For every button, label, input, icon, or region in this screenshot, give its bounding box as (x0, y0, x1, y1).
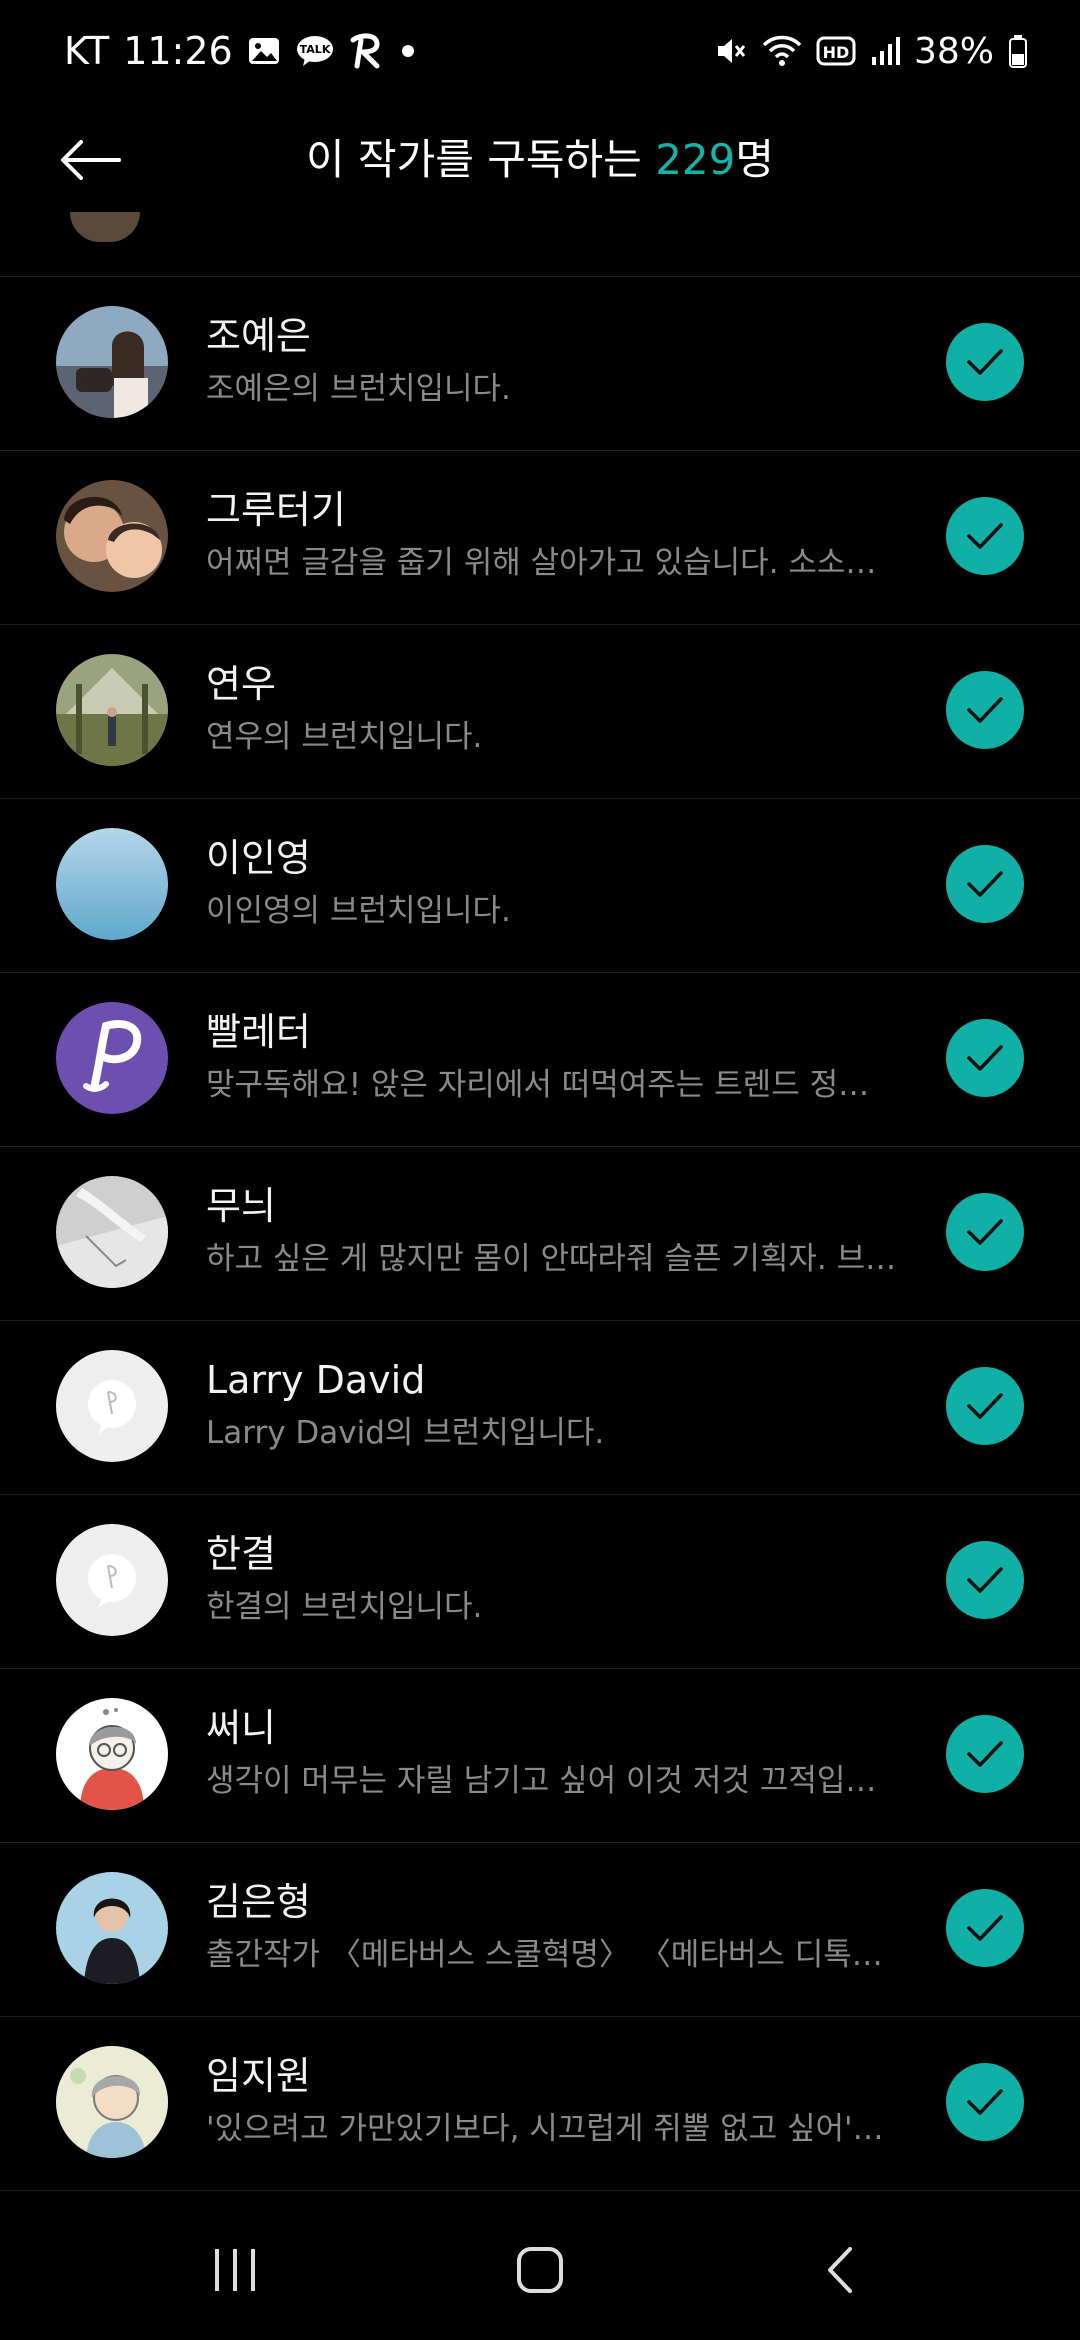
check-icon (967, 1219, 1003, 1245)
subscriber-desc: 조예은의 브런치입니다. (206, 371, 511, 407)
page-title: 이 작가를 구독하는 229명 (0, 130, 1080, 190)
subscriber-row[interactable]: 그루터기 어쩌면 글감을 줍기 위해 살아가고 있습니다. 소소… (0, 451, 1080, 625)
subscriber-name[interactable]: 연우 (206, 659, 276, 709)
avatar-partial (70, 212, 140, 242)
signal-icon (870, 35, 900, 67)
subscribed-toggle[interactable] (946, 1019, 1024, 1097)
avatar[interactable] (56, 1176, 168, 1288)
r-app-icon (349, 32, 387, 70)
svg-text:TALK: TALK (299, 43, 330, 56)
subscribed-toggle[interactable] (946, 845, 1024, 923)
avatar[interactable] (56, 654, 168, 766)
avatar[interactable] (56, 1524, 168, 1636)
subscriber-row[interactable]: 임지원 '있으려고 가만있기보다, 시끄럽게 쥐뿔 없고 싶어'… (0, 2017, 1080, 2191)
clock: 11:26 (123, 29, 233, 73)
mute-icon (714, 34, 748, 68)
app-header: 이 작가를 구독하는 229명 (0, 110, 1080, 210)
home-icon (517, 2247, 563, 2293)
check-icon (967, 1045, 1003, 1071)
avatar[interactable] (56, 1698, 168, 1810)
subscribed-toggle[interactable] (946, 497, 1024, 575)
subscriber-row[interactable]: 써니 생각이 머무는 자릴 남기고 싶어 이것 저것 끄적입… (0, 1669, 1080, 1843)
subscriber-name[interactable]: 이인영 (206, 833, 311, 883)
kakaotalk-icon: TALK (295, 34, 335, 68)
subscriber-name[interactable]: 임지원 (206, 2051, 311, 2101)
check-icon (967, 523, 1003, 549)
avatar[interactable] (56, 828, 168, 940)
battery-percent: 38% (913, 30, 994, 72)
hd-icon: HD (816, 35, 856, 67)
avatar[interactable] (56, 1872, 168, 1984)
title-prefix: 이 작가를 구독하는 (306, 135, 656, 184)
check-icon (967, 1741, 1003, 1767)
avatar[interactable] (56, 480, 168, 592)
subscriber-desc: 맞구독해요! 앉은 자리에서 떠먹여주는 트렌드 정… (206, 1067, 870, 1103)
back-nav-button[interactable] (800, 2240, 880, 2300)
back-nav-icon (828, 2247, 852, 2293)
subscriber-desc: 연우의 브런치입니다. (206, 719, 483, 755)
subscriber-count: 229 (655, 135, 736, 184)
subscribed-toggle[interactable] (946, 1367, 1024, 1445)
recent-apps-icon (215, 2249, 255, 2291)
subscriber-name[interactable]: 빨레터 (206, 1007, 311, 1057)
subscriber-name[interactable]: 조예은 (206, 311, 311, 361)
gallery-icon (247, 34, 281, 68)
dot-icon (401, 44, 415, 58)
avatar[interactable] (56, 1350, 168, 1462)
subscriber-row[interactable]: 김은형 출간작가 〈메타버스 스쿨혁명〉 〈메타버스 디톡스쿨… (0, 1843, 1080, 2017)
avatar[interactable] (56, 1002, 168, 1114)
check-icon (967, 1567, 1003, 1593)
check-icon (967, 2089, 1003, 2115)
subscriber-name[interactable]: 그루터기 (206, 485, 346, 535)
battery-icon (1008, 34, 1028, 68)
subscriber-name[interactable]: 무늬 (206, 1181, 276, 1231)
avatar[interactable] (56, 2046, 168, 2158)
subscribed-toggle[interactable] (946, 1193, 1024, 1271)
check-icon (967, 1393, 1003, 1419)
subscribed-toggle[interactable] (946, 2063, 1024, 2141)
subscriber-row[interactable]: 빨레터 맞구독해요! 앉은 자리에서 떠먹여주는 트렌드 정… (0, 973, 1080, 1147)
subscriber-name[interactable]: 김은형 (206, 1877, 311, 1927)
subscribed-toggle[interactable] (946, 1715, 1024, 1793)
title-suffix: 명 (735, 135, 774, 184)
subscribed-toggle[interactable] (946, 323, 1024, 401)
check-icon (967, 349, 1003, 375)
check-icon (967, 1915, 1003, 1941)
subscriber-desc: Larry David의 브런치입니다. (206, 1415, 605, 1451)
subscriber-row[interactable]: 연우 연우의 브런치입니다. (0, 625, 1080, 799)
subscriber-desc: 출간작가 〈메타버스 스쿨혁명〉 〈메타버스 디톡스쿨… (206, 1937, 906, 1973)
check-icon (967, 697, 1003, 723)
subscriber-name[interactable]: Larry David (206, 1355, 425, 1405)
subscribed-toggle[interactable] (946, 1889, 1024, 1967)
home-button[interactable] (500, 2240, 580, 2300)
avatar[interactable] (56, 306, 168, 418)
status-bar: KT 11:26 TALK HD 38% (0, 0, 1080, 100)
recent-apps-button[interactable] (196, 2240, 276, 2300)
subscriber-list: 조예은 조예은의 브런치입니다. 그루터기 어쩌면 글감을 줍기 위해 살아가고… (0, 277, 1080, 2191)
subscriber-desc: 한결의 브런치입니다. (206, 1589, 483, 1625)
subscriber-row[interactable]: Larry David Larry David의 브런치입니다. (0, 1321, 1080, 1495)
subscribed-toggle[interactable] (946, 1541, 1024, 1619)
subscriber-row[interactable]: 한결 한결의 브런치입니다. (0, 1495, 1080, 1669)
subscriber-desc: 이인영의 브런치입니다. (206, 893, 511, 929)
check-icon (967, 871, 1003, 897)
subscriber-desc: '있으려고 가만있기보다, 시끄럽게 쥐뿔 없고 싶어'… (206, 2111, 884, 2147)
subscriber-row[interactable]: 조예은 조예은의 브런치입니다. (0, 277, 1080, 451)
wifi-icon (762, 33, 802, 69)
subscriber-row[interactable]: 무늬 하고 싶은 게 많지만 몸이 안따라줘 슬픈 기획자. 브… (0, 1147, 1080, 1321)
subscriber-name[interactable]: 한결 (206, 1529, 276, 1579)
subscriber-row[interactable]: 이인영 이인영의 브런치입니다. (0, 799, 1080, 973)
subscriber-desc: 어쩌면 글감을 줍기 위해 살아가고 있습니다. 소소… (206, 545, 877, 581)
subscriber-desc: 하고 싶은 게 많지만 몸이 안따라줘 슬픈 기획자. 브… (206, 1241, 897, 1277)
subscriber-desc: 생각이 머무는 자릴 남기고 싶어 이것 저것 끄적입… (206, 1763, 877, 1799)
system-nav-bar (0, 2200, 1080, 2340)
carrier: KT (64, 29, 110, 73)
svg-text:HD: HD (823, 43, 850, 62)
subscriber-name[interactable]: 써니 (206, 1703, 276, 1753)
subscribed-toggle[interactable] (946, 671, 1024, 749)
